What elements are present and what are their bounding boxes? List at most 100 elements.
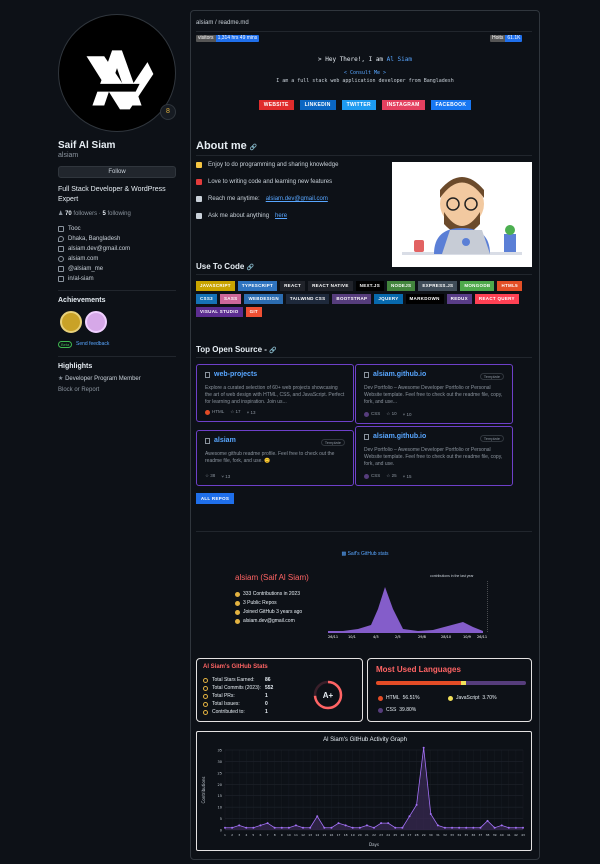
repo-forks[interactable]: ⑂ 13 [247, 410, 256, 415]
y-tick-label: 20 [218, 783, 222, 787]
repo-forks[interactable]: ⑂ 13 [221, 474, 230, 479]
skill-badge: MARKDOWN [405, 294, 444, 304]
about-item-link[interactable]: here [275, 213, 287, 219]
activity-point [273, 826, 276, 829]
lang-dot-icon [448, 695, 453, 701]
activity-point [387, 822, 390, 825]
repo-stars[interactable]: ☆ 25 [386, 473, 396, 479]
repo-name[interactable]: alsiam.github.io [373, 371, 426, 378]
repo-stars-count: 10 [391, 411, 397, 416]
location-icon [58, 236, 64, 242]
x-tick-label: 32 [443, 833, 447, 837]
about-item-link[interactable]: alsiam.dev@gmail.com [266, 196, 328, 202]
ghcard-tick: 2/5 [395, 635, 401, 639]
achievement-badge-1[interactable] [60, 311, 82, 333]
x-tick-label: 3 [238, 833, 240, 837]
twitter-link[interactable]: @alsiam_me [68, 266, 103, 272]
repo-stars[interactable]: ☆ 38 [205, 473, 215, 479]
repos-title: Top Open Source - 🔗 [196, 345, 277, 354]
repo-card[interactable]: alsiam.github.io Template Dev Portfolio – … [355, 364, 513, 424]
anchor-link-icon[interactable]: 🔗 [247, 265, 254, 271]
y-tick-label: 10 [218, 806, 222, 810]
link-icon [58, 256, 64, 262]
x-tick-label: 15 [322, 833, 326, 837]
social-button-twitter[interactable]: TWITTER [341, 100, 376, 110]
linkedin-link[interactable]: in/al-siam [68, 276, 94, 282]
anchor-link-icon[interactable]: 🔗 [250, 145, 257, 151]
x-tick-label: 5 [252, 833, 254, 837]
email-link[interactable]: alsiam.dev@gmail.com [68, 246, 130, 252]
repo-forks-count: 13 [225, 473, 231, 479]
ghcard-line: 333 Contributions in 2023 [235, 591, 300, 597]
activity-point [373, 826, 375, 829]
activity-point [330, 826, 333, 829]
social-button-linkedin[interactable]: LINKEDIN [299, 100, 336, 110]
repo-name[interactable]: web-projects [214, 371, 257, 378]
consult-link[interactable]: < Consult Me > [190, 70, 540, 76]
meta-linkedin[interactable]: in/al-siam [58, 276, 94, 282]
stat-icon [203, 685, 208, 691]
about-item-text: Love to writing code and learning new fe… [208, 179, 333, 185]
stat-row: Total PRs: 1 [203, 693, 268, 699]
repo-icon [364, 433, 369, 440]
meta-email[interactable]: alsiam.dev@gmail.com [58, 246, 130, 252]
block-report-link[interactable]: Block or Report [58, 387, 99, 393]
x-tick-label: 6 [260, 833, 262, 837]
followers-summary[interactable]: ♟ 70 followers · 5 following [58, 210, 131, 217]
skill-badge: TAILWIND CSS [285, 294, 330, 304]
meta-twitter[interactable]: @alsiam_me [58, 266, 103, 272]
rank-ring: A+ [313, 680, 343, 710]
template-badge: Template [320, 439, 345, 446]
repo-card[interactable]: alsiam.github.io Template Dev Portfolio – … [355, 426, 513, 486]
followers-count: 70 [65, 211, 72, 217]
hits-badge: Hoits 61.1K [490, 35, 523, 42]
repo-language: CSS [364, 473, 380, 479]
status-badge[interactable]: 8 [160, 104, 176, 120]
social-button-facebook[interactable]: FACEBOOK [430, 100, 472, 110]
activity-point [486, 819, 489, 822]
about-title-text: About me [196, 140, 247, 152]
activity-point [365, 824, 368, 827]
repo-name[interactable]: alsiam [214, 437, 236, 444]
linkedin-icon [58, 276, 64, 282]
x-tick-label: 22 [372, 833, 376, 837]
repo-title[interactable]: web-projects [205, 371, 257, 378]
highlight-item[interactable]: ★ Developer Program Member [58, 375, 141, 382]
repo-title[interactable]: alsiam.github.io [364, 371, 426, 378]
ghcard-line-text: 3 Public Repos [243, 600, 277, 606]
repo-card[interactable]: web-projects Explore a curated selection … [196, 364, 354, 422]
repo-language: HTML [205, 409, 224, 415]
readme-path[interactable]: alsiam / readme.md [196, 20, 249, 26]
activity-point [415, 803, 418, 806]
repo-stars-count: 25 [391, 473, 397, 478]
about-title: About me 🔗 [196, 140, 257, 152]
repo-title[interactable]: alsiam.github.io [364, 433, 426, 440]
x-tick-label: 17 [337, 833, 341, 837]
anchor-link-icon[interactable]: 🔗 [269, 348, 276, 354]
x-tick-label: 38 [486, 833, 490, 837]
repo-name[interactable]: alsiam.github.io [373, 433, 426, 440]
all-repos-button[interactable]: ALL REPOS [196, 493, 234, 504]
avatar[interactable] [58, 14, 176, 132]
repo-forks[interactable]: ⑂ 15 [403, 474, 412, 479]
skill-badge: REDUX [446, 294, 472, 304]
follow-button[interactable]: Follow [58, 166, 176, 178]
activity-point [401, 826, 404, 829]
repo-card[interactable]: alsiam Template Awesome github readme prof… [196, 430, 354, 486]
meta-website[interactable]: alsiam.com [58, 256, 98, 262]
activity-point [316, 815, 319, 818]
achievement-badge-2[interactable] [85, 311, 107, 333]
ghcard-line-icon [235, 600, 240, 606]
social-button-instagram[interactable]: INSTAGRAM [381, 100, 425, 110]
repo-forks[interactable]: ⑂ 10 [403, 412, 412, 417]
skill-badge: TYPESCRIPT [237, 281, 278, 291]
repo-stars[interactable]: ☆ 17 [230, 409, 240, 415]
website-link[interactable]: alsiam.com [68, 256, 98, 262]
send-feedback-link[interactable]: Send feedback [76, 341, 109, 347]
ghcard-tick: 29/8 [418, 635, 426, 639]
activity-point [458, 826, 461, 829]
social-button-website[interactable]: WEBSITE [258, 100, 294, 110]
twitter-icon [58, 266, 64, 272]
repo-stars[interactable]: ☆ 10 [386, 411, 396, 417]
repo-title[interactable]: alsiam [205, 437, 236, 444]
